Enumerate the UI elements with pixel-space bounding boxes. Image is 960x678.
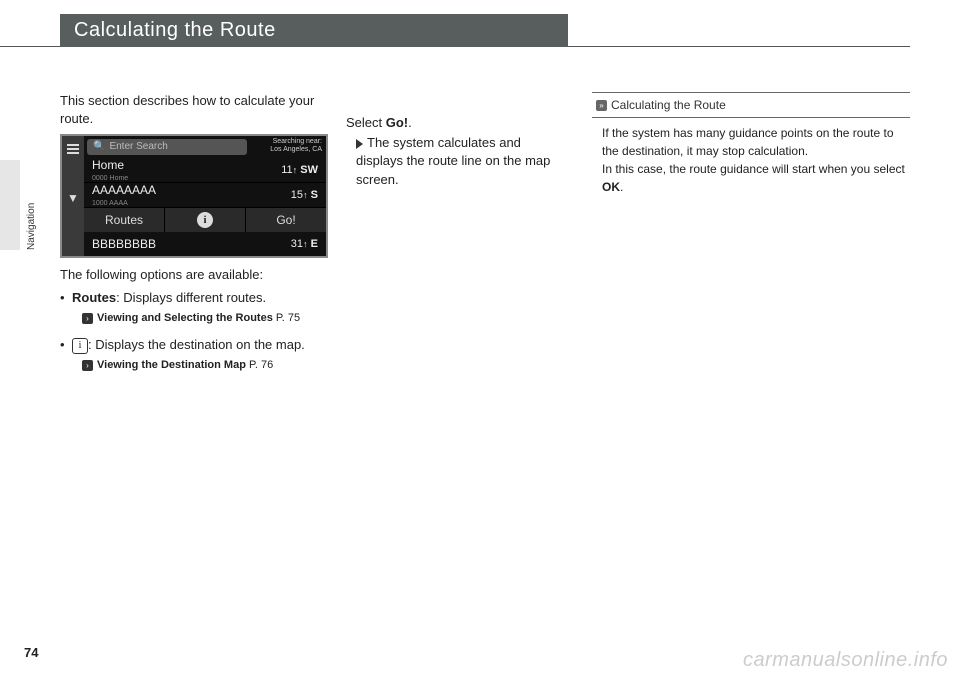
- xref-icon: ›: [82, 360, 93, 371]
- watermark: carmanualsonline.info: [743, 649, 948, 672]
- page-title: Calculating the Route: [60, 14, 568, 47]
- go-button[interactable]: Go!: [246, 208, 326, 232]
- result-row[interactable]: AAAAAAAA 1000 AAAA 15↑ S: [84, 183, 326, 208]
- result-row[interactable]: Home 0000 Home 11↑ SW: [84, 158, 326, 183]
- note-body-2: In this case, the route guidance will st…: [602, 160, 906, 196]
- bullet-info: • i: Displays the destination on the map…: [60, 336, 340, 354]
- hamburger-icon[interactable]: [67, 142, 79, 156]
- column-left: This section describes how to calculate …: [60, 92, 340, 374]
- triangle-icon: [356, 139, 363, 149]
- device-sidebar: ▼: [62, 136, 84, 256]
- info-icon: i: [197, 212, 213, 228]
- xref-info: ›Viewing the Destination Map P. 76: [60, 358, 340, 373]
- page-number: 74: [24, 645, 38, 660]
- select-go-text: Select Go!.: [346, 114, 556, 132]
- options-intro: The following options are available:: [60, 266, 340, 284]
- route-bar: Routes i Go!: [84, 208, 326, 232]
- search-icon: 🔍: [93, 140, 105, 154]
- xref-icon: ›: [82, 313, 93, 324]
- column-middle: Select Go!. The system calculates and di…: [346, 114, 556, 189]
- searching-near[interactable]: Searching near: Los Angeles, CA: [250, 136, 326, 158]
- xref-routes: ›Viewing and Selecting the Routes P. 75: [60, 311, 340, 326]
- note-body-1: If the system has many guidance points o…: [602, 124, 906, 160]
- result-row[interactable]: BBBBBBBB 31↑ E: [84, 232, 326, 256]
- bullet-routes: • Routes: Displays different routes.: [60, 289, 340, 307]
- info-icon: i: [72, 338, 88, 354]
- search-input[interactable]: 🔍 Enter Search: [87, 139, 247, 155]
- device-screenshot: ▼ 🔍 Enter Search Searching near: Los Ang…: [60, 134, 328, 258]
- intro-text: This section describes how to calculate …: [60, 92, 340, 128]
- result-text: The system calculates and displays the r…: [346, 134, 556, 189]
- search-placeholder: Enter Search: [109, 140, 167, 154]
- note-icon: »: [596, 100, 607, 111]
- info-button[interactable]: i: [165, 208, 246, 232]
- scroll-down-icon[interactable]: ▼: [67, 190, 79, 207]
- section-label: Navigation: [26, 203, 37, 250]
- section-tab: [0, 160, 20, 250]
- routes-button[interactable]: Routes: [84, 208, 165, 232]
- column-right: »Calculating the Route If the system has…: [592, 92, 910, 196]
- sidebar-header: »Calculating the Route: [592, 92, 910, 118]
